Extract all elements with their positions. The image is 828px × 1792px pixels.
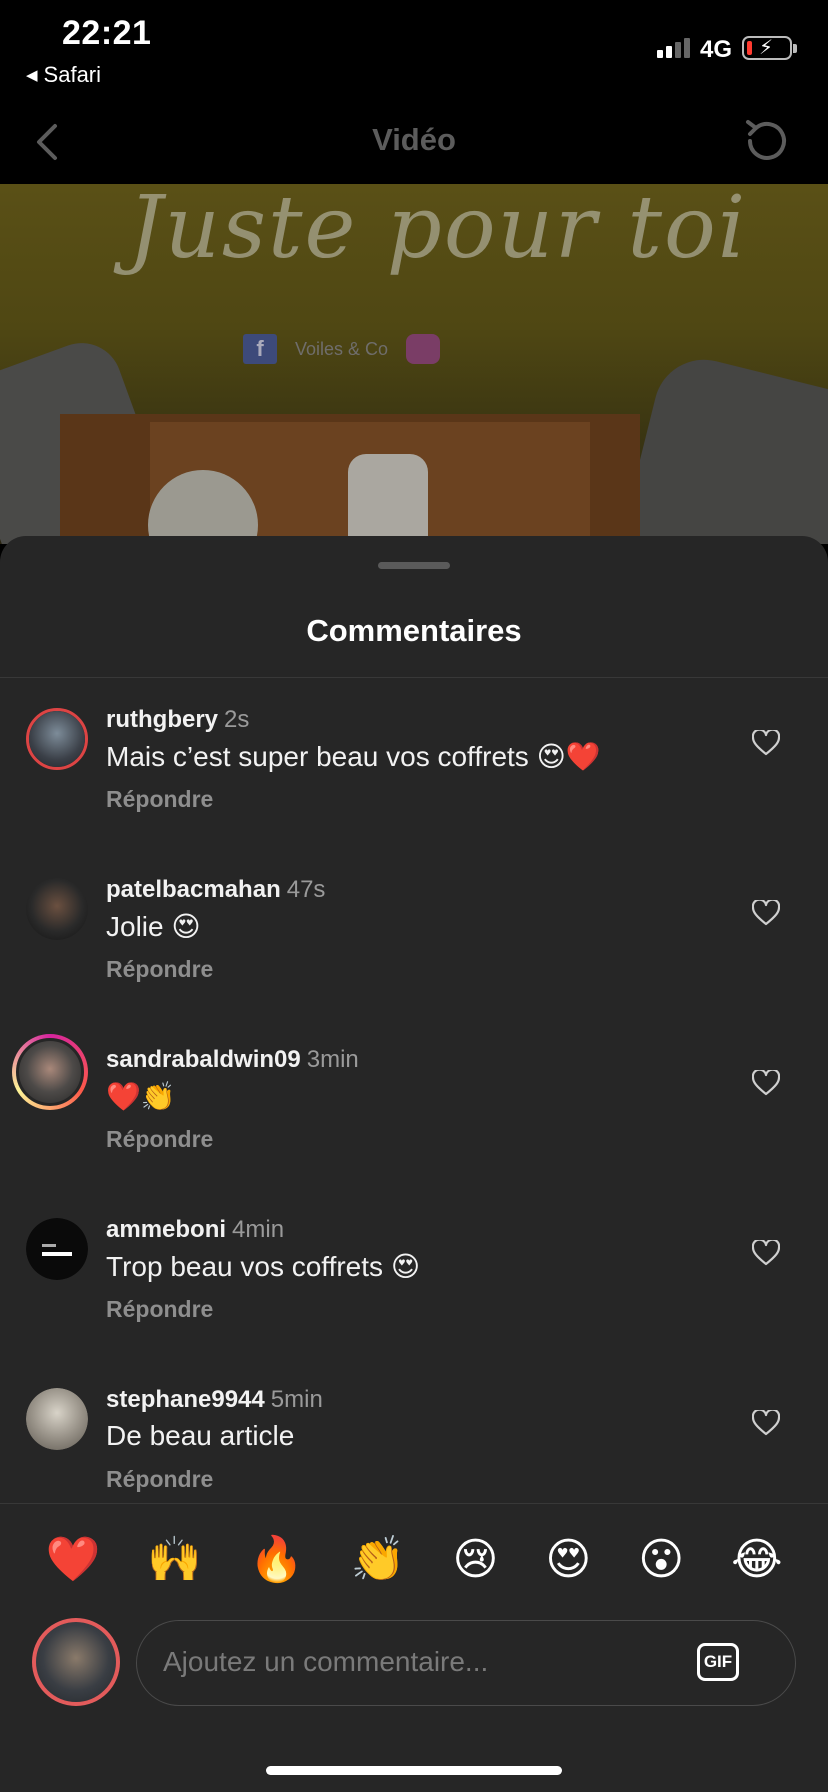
comment-text: Jolie 😍 [106,911,201,942]
reaction-crying[interactable]: 😢 [453,1530,499,1590]
comment-age: 4min [232,1216,285,1243]
heart-icon[interactable] [752,1070,780,1096]
heart-icon[interactable] [752,900,780,926]
battery-icon: ⚡ [742,36,792,60]
heart-icon[interactable] [752,730,780,756]
current-user-avatar [32,1618,120,1706]
heart-icon[interactable] [752,1410,780,1436]
comment-age: 3min [306,1046,359,1073]
reaction-fire[interactable]: 🔥 [249,1530,304,1590]
status-time: 22:21 [62,14,152,52]
instagram-icon [406,334,441,364]
heart-icon[interactable] [752,1240,780,1266]
comment-item: sandrabaldwin09 3min ❤️👏 Répondre [0,1024,828,1194]
video-overlay-text: Juste pour toi [128,184,748,278]
comment-age: 2s [224,706,250,733]
comments-title: Commentaires [306,613,522,648]
battery-cap [793,44,797,53]
back-app-label: Safari [43,62,102,87]
reply-button[interactable]: Répondre [106,786,213,813]
comment-username[interactable]: ruthgbery [106,706,218,733]
avatar[interactable] [26,708,88,770]
reply-button[interactable]: Répondre [106,956,213,983]
comment-username[interactable]: patelbacmahan [106,876,281,903]
sheet-grab-handle[interactable] [378,562,450,569]
comment-username[interactable]: ammeboni [106,1216,226,1243]
comment-item: stephane9944 5min De beau article Répondr… [0,1364,828,1502]
divider [0,1503,828,1504]
reaction-clap[interactable]: 👏 [351,1530,406,1590]
reaction-surprised[interactable]: 😮 [638,1530,684,1590]
comment-item: ruthgbery 2s Mais c’est super beau vos co… [0,684,828,854]
reply-button[interactable]: Répondre [106,1466,213,1493]
loading-placeholder-icon [42,1244,72,1256]
avatar[interactable] [26,878,88,940]
cellular-signal-icon [657,38,690,58]
comment-text: De beau article [106,1420,295,1451]
avatar[interactable] [26,1218,88,1280]
back-to-safari-link[interactable]: ◀ Safari [26,62,101,88]
refresh-icon [746,120,786,160]
comment-text: Mais c’est super beau vos coffrets 😍❤️ [106,741,601,772]
gif-button[interactable]: GIF [697,1643,739,1681]
replay-button[interactable] [740,114,794,168]
avatar-with-story-ring[interactable] [12,1034,88,1110]
reaction-raised-hands[interactable]: 🙌 [147,1530,202,1590]
comment-text: Trop beau vos coffrets 😍 [106,1251,421,1282]
video-brand-text: Voiles & Co [295,338,389,359]
reply-button[interactable]: Répondre [106,1296,213,1323]
facebook-icon: f [243,334,277,364]
charging-bolt-icon: ⚡ [759,37,774,59]
comment-username[interactable]: stephane9944 [106,1386,265,1413]
divider [0,677,828,678]
comment-username[interactable]: sandrabaldwin09 [106,1046,301,1073]
comment-item: ammeboni 4min Trop beau vos coffrets 😍 Ré… [0,1194,828,1364]
reaction-heart-eyes[interactable]: 😍 [545,1530,591,1590]
video-brand-row: f Voiles & Co [243,334,441,364]
comment-input-placeholder: Ajoutez un commentaire... [163,1646,489,1677]
comment-item: patelbacmahan 47s Jolie 😍 Répondre [0,854,828,1024]
reaction-heart[interactable]: ❤️ [45,1530,100,1590]
network-type: 4G [699,36,732,63]
reaction-laughing[interactable]: 😂 [731,1530,782,1590]
home-indicator[interactable] [266,1766,562,1775]
back-triangle-icon: ◀ [26,67,38,84]
comment-input[interactable]: Ajoutez un commentaire... GIF [136,1620,796,1706]
comment-age: 5min [270,1386,323,1413]
reply-button[interactable]: Répondre [106,1126,213,1153]
comment-text: ❤️👏 [106,1081,176,1112]
comment-age: 47s [286,876,326,903]
avatar[interactable] [26,1388,88,1450]
quick-reactions-bar: ❤️ 🙌 🔥 👏 😢 😍 😮 😂 [0,1530,828,1590]
page-title: Vidéo [372,122,456,157]
video-player[interactable]: Juste pour toi f Voiles & Co [0,184,828,544]
